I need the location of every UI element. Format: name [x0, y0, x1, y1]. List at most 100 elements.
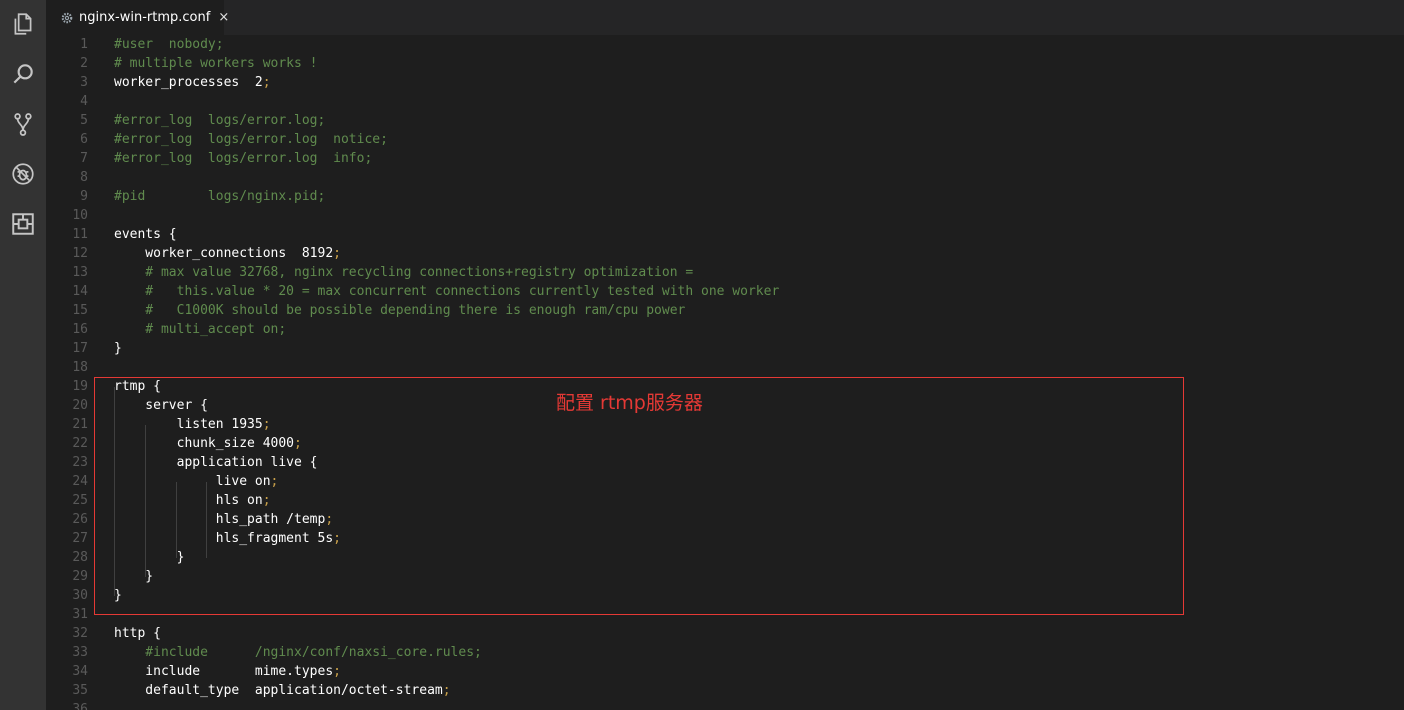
code-line[interactable]: 4 [46, 92, 1404, 111]
code-line[interactable]: 19 rtmp { [46, 377, 1404, 396]
code-token: application live { [114, 455, 318, 470]
line-number: 10 [72, 208, 88, 223]
code-line[interactable]: 22 chunk_size 4000; [46, 434, 1404, 453]
code-line[interactable]: 1 #user nobody; [46, 35, 1404, 54]
code-text: worker_processes 2; [114, 73, 271, 92]
code-line[interactable]: 15 # C1000K should be possible depending… [46, 301, 1404, 320]
line-number: 24 [72, 474, 88, 489]
code-line[interactable]: 25 hls on; [46, 491, 1404, 510]
line-number: 20 [72, 398, 88, 413]
code-text: #pid logs/nginx.pid; [114, 187, 325, 206]
code-token: # multi_accept on; [114, 322, 287, 337]
code-line[interactable]: 7 #error_log logs/error.log info; [46, 149, 1404, 168]
code-token: ; [294, 436, 302, 451]
line-number: 21 [72, 417, 88, 432]
line-number: 27 [72, 531, 88, 546]
line-number: 12 [72, 246, 88, 261]
code-token: #error_log logs/error.log info; [114, 151, 373, 166]
code-line[interactable]: 20 server { [46, 396, 1404, 415]
code-text: include mime.types; [114, 662, 341, 681]
tab-nginx-conf[interactable]: nginx-win-rtmp.conf × [46, 0, 229, 35]
code-text: #error_log logs/error.log info; [114, 149, 372, 168]
code-line[interactable]: 30} [46, 586, 1404, 605]
code-line[interactable]: 17} [46, 339, 1404, 358]
code-token: http { [114, 626, 161, 641]
code-token: ; [262, 493, 271, 508]
code-text: live on; [114, 472, 279, 491]
code-text: listen 1935; [114, 415, 271, 434]
code-token: rtmp { [114, 379, 161, 394]
code-line[interactable]: 21 listen 1935; [46, 415, 1404, 434]
code-text: # multi_accept on; [114, 320, 286, 339]
code-line[interactable]: 5 #error_log logs/error.log; [46, 111, 1404, 130]
line-number: 18 [72, 360, 88, 375]
code-token: ; [442, 683, 451, 698]
code-text: } [114, 567, 153, 586]
code-line[interactable]: 35 default_type application/octet-stream… [46, 681, 1404, 700]
code-token: #error_log logs/error.log notice; [114, 132, 388, 147]
code-token: #error_log logs/error.log; [114, 113, 326, 128]
code-text: rtmp { [114, 377, 161, 396]
code-line[interactable]: 14 # this.value * 20 = max concurrent co… [46, 282, 1404, 301]
line-number: 28 [72, 550, 88, 565]
line-number: 6 [80, 132, 88, 147]
code-line[interactable]: 29 } [46, 567, 1404, 586]
code-line[interactable]: 23 application live { [46, 453, 1404, 472]
code-token: #include /nginx/conf/naxsi_core.rules; [114, 645, 482, 660]
activity-bar [0, 0, 46, 710]
code-line[interactable]: 31 [46, 605, 1404, 624]
code-text: events { [114, 225, 177, 244]
line-number: 14 [72, 284, 88, 299]
search-icon[interactable] [9, 60, 37, 88]
code-line[interactable]: 9 #pid logs/nginx.pid; [46, 187, 1404, 206]
code-line[interactable]: 6 #error_log logs/error.log notice; [46, 130, 1404, 149]
line-number: 16 [72, 322, 88, 337]
line-number: 13 [72, 265, 88, 280]
code-line[interactable]: 33 #include /nginx/conf/naxsi_core.rules… [46, 643, 1404, 662]
code-text: http { [114, 624, 161, 643]
line-number: 2 [80, 56, 88, 71]
code-line[interactable]: 2 # multiple workers works ! [46, 54, 1404, 73]
code-line[interactable]: 28 } [46, 548, 1404, 567]
code-token: } [114, 550, 185, 565]
explorer-icon[interactable] [9, 10, 37, 38]
code-token: live on [114, 474, 271, 489]
source-control-icon[interactable] [9, 110, 37, 138]
code-text: # max value 32768, nginx recycling conne… [114, 263, 693, 282]
code-line[interactable]: 8 [46, 168, 1404, 187]
close-icon[interactable]: × [218, 10, 229, 25]
code-editor[interactable]: 1 #user nobody; 2 # multiple workers works … [46, 35, 1404, 710]
code-text: worker_connections 8192; [114, 244, 341, 263]
code-text: #user nobody; [114, 35, 224, 54]
code-line[interactable]: 16 # multi_accept on; [46, 320, 1404, 339]
code-line[interactable]: 18 [46, 358, 1404, 377]
code-text: hls_path /temp; [114, 510, 333, 529]
debug-icon[interactable] [9, 160, 37, 188]
code-token: ; [262, 75, 271, 90]
code-line[interactable]: 32 http { [46, 624, 1404, 643]
code-token: } [114, 588, 122, 603]
code-token: ; [333, 531, 341, 546]
code-line[interactable]: 24 live on; [46, 472, 1404, 491]
code-line[interactable]: 12 worker_connections 8192; [46, 244, 1404, 263]
code-text: } [114, 548, 185, 567]
code-token: listen 1935 [114, 417, 263, 432]
code-text: hls on; [114, 491, 271, 510]
code-token: # C1000K should be possible depending th… [114, 303, 686, 318]
line-number: 15 [72, 303, 88, 318]
code-line[interactable]: 3 worker_processes 2; [46, 73, 1404, 92]
code-line[interactable]: 11 events { [46, 225, 1404, 244]
line-number: 9 [80, 189, 88, 204]
line-number: 31 [72, 607, 88, 622]
code-line[interactable]: 36 [46, 700, 1404, 710]
code-line[interactable]: 27 hls_fragment 5s; [46, 529, 1404, 548]
line-number: 34 [72, 664, 88, 679]
code-line[interactable]: 13 # max value 32768, nginx recycling co… [46, 263, 1404, 282]
code-line[interactable]: 26 hls_path /temp; [46, 510, 1404, 529]
code-token: # this.value * 20 = max concurrent conne… [114, 284, 780, 299]
code-text: #error_log logs/error.log notice; [114, 130, 388, 149]
code-token: ; [333, 246, 341, 261]
extensions-icon[interactable] [9, 210, 37, 238]
code-line[interactable]: 34 include mime.types; [46, 662, 1404, 681]
code-line[interactable]: 10 [46, 206, 1404, 225]
